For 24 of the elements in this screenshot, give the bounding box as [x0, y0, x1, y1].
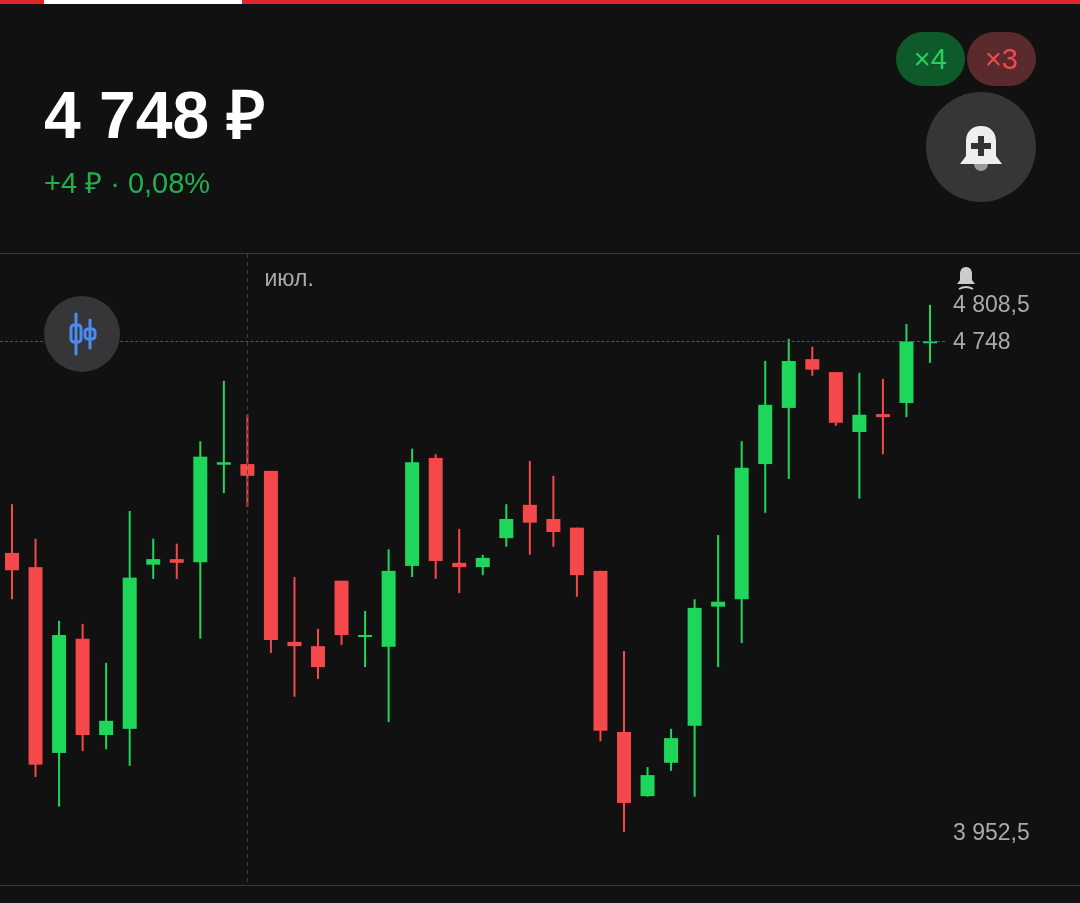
bell-icon — [955, 265, 977, 293]
candle — [828, 372, 843, 426]
candle — [452, 528, 467, 594]
candle — [311, 628, 325, 679]
candle — [334, 580, 349, 645]
candle — [499, 504, 514, 547]
price-value: 4 748 ₽ — [44, 82, 266, 148]
multiplier-badge[interactable]: ×3 — [966, 32, 1036, 86]
candle — [358, 610, 373, 668]
candle — [923, 304, 937, 363]
price-axis-label: 4 748 — [953, 328, 1011, 355]
price-change: +4 ₽ · 0,08% — [44, 166, 211, 201]
candle — [569, 527, 584, 597]
candle — [146, 538, 161, 579]
candle — [169, 543, 184, 579]
candle — [546, 475, 561, 547]
month-label: июл. — [264, 265, 314, 291]
candle — [475, 554, 490, 576]
price-axis-label: 4 808,5 — [953, 290, 1030, 317]
price-axis-label: 3 952,5 — [953, 819, 1030, 846]
multiplier-badge[interactable]: ×4 — [895, 32, 965, 86]
candle — [664, 728, 679, 771]
candle — [805, 346, 820, 376]
candle — [640, 767, 655, 797]
